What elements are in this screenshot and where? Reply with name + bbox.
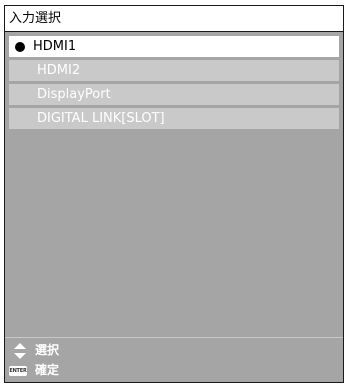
- operation-guide: 選択 ENTER 確定: [5, 337, 343, 382]
- option-digital-link-slot[interactable]: DIGITAL LINK[SLOT]: [9, 108, 339, 129]
- option-hdmi2[interactable]: HDMI2: [9, 60, 339, 81]
- enter-key-icon: ENTER: [9, 366, 27, 376]
- input-options-list: HDMI1 HDMI2 DisplayPort DIGITAL LINK[SLO…: [9, 36, 339, 132]
- guide-select: 選択: [5, 341, 343, 361]
- option-label: HDMI1: [33, 39, 77, 54]
- guide-select-label: 選択: [35, 343, 60, 357]
- menu-title: 入力選択: [9, 11, 62, 26]
- guide-confirm-label: 確定: [35, 363, 60, 377]
- option-displayport[interactable]: DisplayPort: [9, 84, 339, 105]
- input-select-menu: 入力選択 HDMI1 HDMI2 DisplayPort DIGITAL LIN…: [4, 5, 344, 383]
- guide-confirm: ENTER 確定: [5, 361, 343, 381]
- option-label: HDMI2: [37, 63, 81, 78]
- menu-title-bar: 入力選択: [5, 6, 343, 32]
- footer-divider: [5, 337, 343, 338]
- selected-indicator-icon: [15, 42, 25, 52]
- option-hdmi1[interactable]: HDMI1: [9, 36, 339, 57]
- option-label: DisplayPort: [37, 87, 111, 102]
- up-down-arrow-icon: [11, 343, 29, 359]
- option-label: DIGITAL LINK[SLOT]: [37, 111, 165, 126]
